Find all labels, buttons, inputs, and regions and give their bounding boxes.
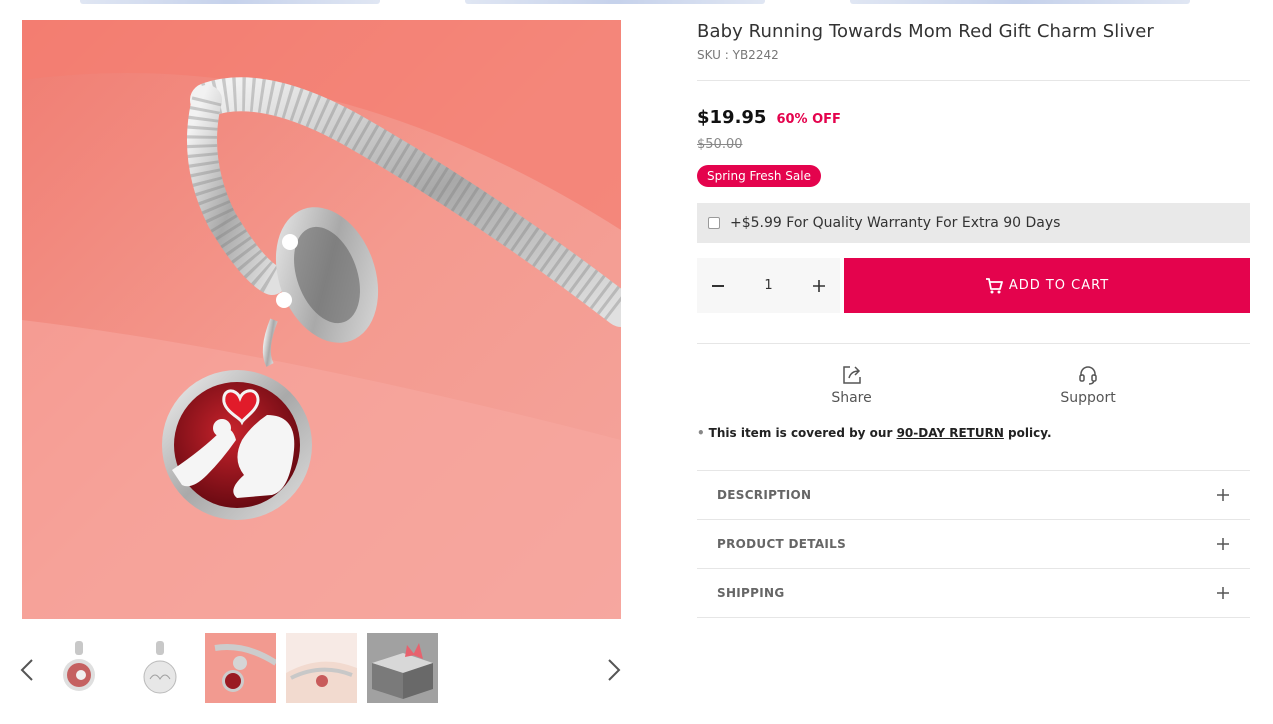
product-title: Baby Running Towards Mom Red Gift Charm … (697, 21, 1154, 42)
add-to-cart-label: ADD TO CART (1008, 278, 1110, 293)
divider (697, 343, 1250, 344)
warranty-label: +$5.99 For Quality Warranty For Extra 90… (730, 215, 1061, 231)
chevron-left-icon (20, 659, 33, 681)
support-label: Support (1060, 390, 1116, 406)
main-product-image (22, 20, 621, 619)
cart-icon (985, 277, 1003, 293)
warranty-checkbox[interactable] (708, 217, 720, 229)
quantity-decrease-button[interactable] (697, 258, 739, 313)
price-row: $19.95 60% OFF (697, 107, 1250, 128)
thumbnail-charm-on-wrist[interactable] (286, 633, 357, 703)
divider (697, 80, 1250, 81)
top-decoration (0, 0, 1273, 6)
policy-prefix: This item is covered by our (708, 426, 893, 440)
chevron-right-icon (608, 659, 621, 681)
thumb-prev-button[interactable] (12, 652, 42, 688)
product-info-panel: Baby Running Towards Mom Red Gift Charm … (697, 20, 1250, 618)
product-sku: SKU : YB2242 (697, 48, 779, 62)
minus-icon (712, 284, 724, 287)
policy-suffix: policy. (1008, 426, 1052, 440)
thumbnail-strip (43, 633, 438, 703)
support-button[interactable]: Support (1060, 364, 1116, 406)
thumbnail-charm-mom-back[interactable] (124, 633, 195, 703)
plus-icon (813, 279, 825, 292)
thumbnail-charm-on-bracelet[interactable] (205, 633, 276, 703)
quantity-stepper: 1 (697, 258, 840, 313)
headset-icon (1079, 366, 1097, 385)
quantity-value[interactable]: 1 (739, 278, 798, 293)
return-policy-note: • This item is covered by our 90-DAY RETU… (697, 426, 1052, 440)
accordion-shipping-label: SHIPPING (717, 586, 785, 600)
warranty-option[interactable]: +$5.99 For Quality Warranty For Extra 90… (697, 203, 1250, 243)
accordion-product-details[interactable]: PRODUCT DETAILS (697, 520, 1250, 569)
plus-icon (1217, 587, 1229, 599)
thumbnail-gift-box[interactable] (367, 633, 438, 703)
discount-label: 60% OFF (776, 112, 841, 127)
return-policy-link[interactable]: 90-DAY RETURN (897, 426, 1004, 440)
thumb-next-button[interactable] (599, 652, 629, 688)
quantity-increase-button[interactable] (798, 258, 840, 313)
share-button[interactable]: Share (831, 364, 872, 406)
plus-icon (1217, 538, 1229, 550)
thumbnail-charm-front[interactable] (43, 633, 114, 703)
add-to-cart-button[interactable]: ADD TO CART (844, 258, 1250, 313)
current-price: $19.95 (697, 107, 767, 128)
accordion-shipping[interactable]: SHIPPING (697, 569, 1250, 618)
plus-icon (1217, 489, 1229, 501)
accordion-description[interactable]: DESCRIPTION (697, 471, 1250, 520)
share-icon (842, 366, 861, 384)
accordion-product-details-label: PRODUCT DETAILS (717, 537, 847, 551)
product-accordion: DESCRIPTION PRODUCT DETAILS SHIPPING (697, 470, 1250, 618)
share-label: Share (831, 390, 872, 406)
sale-badge: Spring Fresh Sale (697, 165, 821, 187)
accordion-description-label: DESCRIPTION (717, 488, 812, 502)
original-price: $50.00 (697, 137, 743, 152)
action-bar: Share Support (697, 364, 1250, 406)
add-to-cart-row: 1 ADD TO CART (697, 258, 1250, 313)
